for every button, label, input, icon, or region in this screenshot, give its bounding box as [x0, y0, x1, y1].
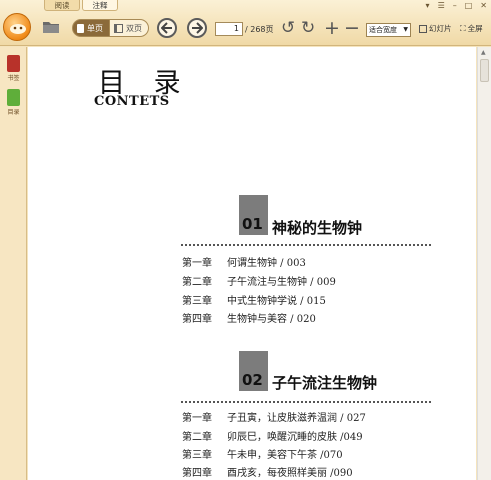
- chapter-title: 酉戌亥，每夜照样美丽 /090: [227, 468, 353, 479]
- sidebar-item-bookmarks[interactable]: 书签: [3, 55, 24, 82]
- tab-read[interactable]: 阅读: [44, 0, 80, 11]
- scroll-up-icon[interactable]: ▲: [481, 49, 486, 56]
- fullscreen-button[interactable]: ⛶ 全屏: [460, 23, 483, 34]
- divider: [181, 401, 431, 403]
- close-icon[interactable]: ✕: [480, 1, 487, 10]
- part-number: 01: [242, 215, 263, 233]
- slideshow-button[interactable]: 幻灯片: [419, 23, 452, 34]
- open-folder-button[interactable]: [42, 20, 60, 34]
- menu-icon[interactable]: ☰: [438, 1, 445, 10]
- zoom-select[interactable]: 适合宽度 ▼: [366, 23, 411, 37]
- fullscreen-label: 全屏: [467, 24, 483, 33]
- list-item[interactable]: 第三章 中式生物钟学说 / 015: [182, 292, 326, 307]
- chapter-number: 第二章: [182, 432, 212, 443]
- chapter-title: 子午流注与生物钟 / 009: [227, 277, 336, 288]
- chapter-title: 中式生物钟学说 / 015: [227, 296, 326, 307]
- zoom-in-icon[interactable]: +: [324, 19, 340, 38]
- view-tabs: 阅读 注释: [44, 0, 120, 11]
- zoom-select-value: 适合宽度: [369, 26, 397, 34]
- chapter-number: 第三章: [182, 450, 212, 461]
- rotate-left-icon[interactable]: ↺: [281, 19, 295, 37]
- chapter-number: 第一章: [182, 413, 212, 424]
- chapter-title: 午未申，美容下午茶 /070: [227, 450, 343, 461]
- part-number-box: 01: [239, 195, 268, 235]
- toc-icon: [7, 89, 20, 106]
- part-title: 子午流注生物钟: [272, 374, 378, 392]
- chapter-number: 第三章: [182, 296, 212, 307]
- single-page-label: 单页: [87, 23, 103, 33]
- tab-notes[interactable]: 注释: [82, 0, 118, 11]
- next-page-button[interactable]: [187, 18, 207, 38]
- list-item[interactable]: 第四章 酉戌亥，每夜照样美丽 /090: [182, 464, 353, 479]
- part-number-box: 02: [239, 351, 268, 391]
- chapter-title: 卯辰巳，唤醒沉睡的皮肤 /049: [227, 432, 363, 443]
- chapter-title: 生物钟与美容 / 020: [227, 314, 316, 325]
- chapter-number: 第四章: [182, 468, 212, 479]
- single-page-icon: [77, 23, 84, 33]
- rotate-right-icon[interactable]: ↻: [301, 19, 315, 37]
- sidebar-item-toc[interactable]: 目录: [3, 89, 24, 116]
- page-subtitle: CONTETS: [94, 94, 170, 109]
- maximize-icon[interactable]: □: [465, 1, 473, 10]
- chapter-title: 何谓生物钟 / 003: [227, 258, 306, 269]
- app-logo-icon[interactable]: [3, 13, 31, 41]
- page-mode-toggle: 单页 双页: [72, 19, 149, 37]
- double-page-label: 双页: [126, 23, 142, 33]
- minimize-icon[interactable]: –: [453, 1, 457, 10]
- divider: [181, 244, 431, 246]
- bookmark-icon: [7, 55, 20, 72]
- chapter-number: 第一章: [182, 258, 212, 269]
- part-number: 02: [242, 371, 263, 389]
- list-item[interactable]: 第一章 子丑寅，让皮肤滋养温润 / 027: [182, 409, 366, 424]
- arrow-right-icon: [192, 22, 203, 34]
- list-item[interactable]: 第一章 何谓生物钟 / 003: [182, 254, 306, 269]
- folder-icon: [43, 22, 59, 33]
- fullscreen-icon: ⛶: [460, 23, 466, 33]
- chapter-title: 子丑寅，让皮肤滋养温润 / 027: [227, 413, 366, 424]
- vertical-scrollbar[interactable]: ▲: [477, 47, 491, 480]
- zoom-out-icon[interactable]: −: [344, 19, 360, 38]
- list-item[interactable]: 第四章 生物钟与美容 / 020: [182, 310, 316, 325]
- skin-icon[interactable]: ▾: [426, 1, 430, 10]
- chapter-number: 第四章: [182, 314, 212, 325]
- document-page: 目 录 CONTETS 01 神秘的生物钟 第一章 何谓生物钟 / 003 第二章…: [28, 47, 476, 480]
- chapter-number: 第二章: [182, 277, 212, 288]
- list-item[interactable]: 第二章 子午流注与生物钟 / 009: [182, 273, 336, 288]
- page-total: / 268页: [245, 25, 274, 34]
- double-page-icon: [114, 23, 123, 33]
- arrow-left-icon: [161, 22, 172, 34]
- double-page-button[interactable]: 双页: [110, 19, 149, 37]
- chevron-down-icon: ▼: [403, 26, 408, 33]
- toolbar: 阅读 注释 ▾ ☰ – □ ✕ 单页 双页 1 / 268页 ↺ ↻ + − 适…: [0, 0, 491, 46]
- single-page-button[interactable]: 单页: [72, 19, 110, 37]
- list-item[interactable]: 第二章 卯辰巳，唤醒沉睡的皮肤 /049: [182, 428, 363, 443]
- page-number-input[interactable]: 1: [215, 22, 243, 36]
- slideshow-label: 幻灯片: [429, 24, 452, 33]
- slideshow-icon: [419, 24, 427, 33]
- part-title: 神秘的生物钟: [272, 219, 363, 237]
- window-controls: ▾ ☰ – □ ✕: [426, 1, 487, 10]
- sidebar: 书签 目录: [0, 47, 27, 480]
- list-item[interactable]: 第三章 午未申，美容下午茶 /070: [182, 446, 343, 461]
- scrollbar-thumb[interactable]: [480, 59, 489, 82]
- sidebar-item-label: 目录: [7, 109, 20, 116]
- sidebar-item-label: 书签: [7, 75, 20, 82]
- prev-page-button[interactable]: [157, 18, 177, 38]
